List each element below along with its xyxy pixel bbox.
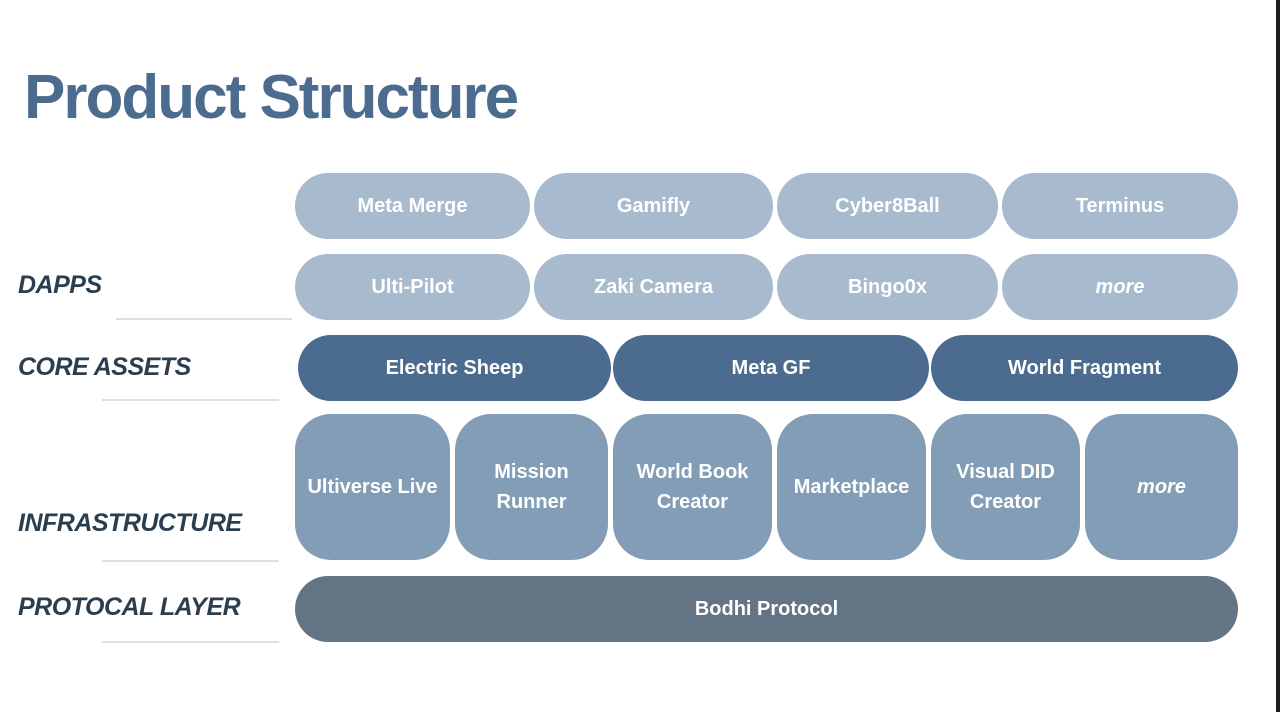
divider-dapps: [116, 318, 292, 320]
page-title: Product Structure: [24, 63, 519, 132]
core-asset-electric-sheep[interactable]: Electric Sheep: [298, 335, 611, 401]
dapp-ulti-pilot[interactable]: Ulti-Pilot: [295, 254, 530, 320]
infra-marketplace[interactable]: Marketplace: [777, 414, 926, 560]
infra-ultiverse-live[interactable]: Ultiverse Live: [295, 414, 450, 560]
divider-protocol-layer: [102, 641, 279, 643]
infra-mission-runner-label: Mission Runner: [494, 461, 569, 513]
dapp-meta-merge[interactable]: Meta Merge: [295, 173, 530, 239]
dapp-more[interactable]: more: [1002, 254, 1238, 320]
dapp-zaki-camera[interactable]: Zaki Camera: [534, 254, 773, 320]
infra-mission-runner[interactable]: Mission Runner: [455, 414, 608, 560]
layer-label-core-assets: CORE ASSETS: [18, 353, 191, 381]
dapp-gamifly[interactable]: Gamifly: [534, 173, 773, 239]
divider-core-assets: [102, 399, 279, 401]
dapp-bingo0x[interactable]: Bingo0x: [777, 254, 998, 320]
infra-world-book-creator-label: World Book Creator: [636, 461, 749, 513]
divider-infrastructure: [102, 560, 279, 562]
layer-label-protocol-layer: PROTOCAL LAYER: [18, 593, 241, 621]
infra-more[interactable]: more: [1085, 414, 1238, 560]
protocol-bodhi[interactable]: Bodhi Protocol: [295, 576, 1238, 642]
layer-label-dapps: DAPPS: [18, 271, 102, 299]
dapp-terminus[interactable]: Terminus: [1002, 173, 1238, 239]
infra-visual-did-creator-label: Visual DID Creator: [956, 461, 1055, 513]
slide: Product Structure DAPPS CORE ASSETS INFR…: [0, 0, 1280, 712]
infra-world-book-creator[interactable]: World Book Creator: [613, 414, 772, 560]
dapp-cyber8ball[interactable]: Cyber8Ball: [777, 173, 998, 239]
core-asset-meta-gf[interactable]: Meta GF: [613, 335, 929, 401]
core-asset-world-fragment[interactable]: World Fragment: [931, 335, 1238, 401]
layer-label-infrastructure: INFRASTRUCTURE: [18, 509, 242, 537]
infra-visual-did-creator[interactable]: Visual DID Creator: [931, 414, 1080, 560]
